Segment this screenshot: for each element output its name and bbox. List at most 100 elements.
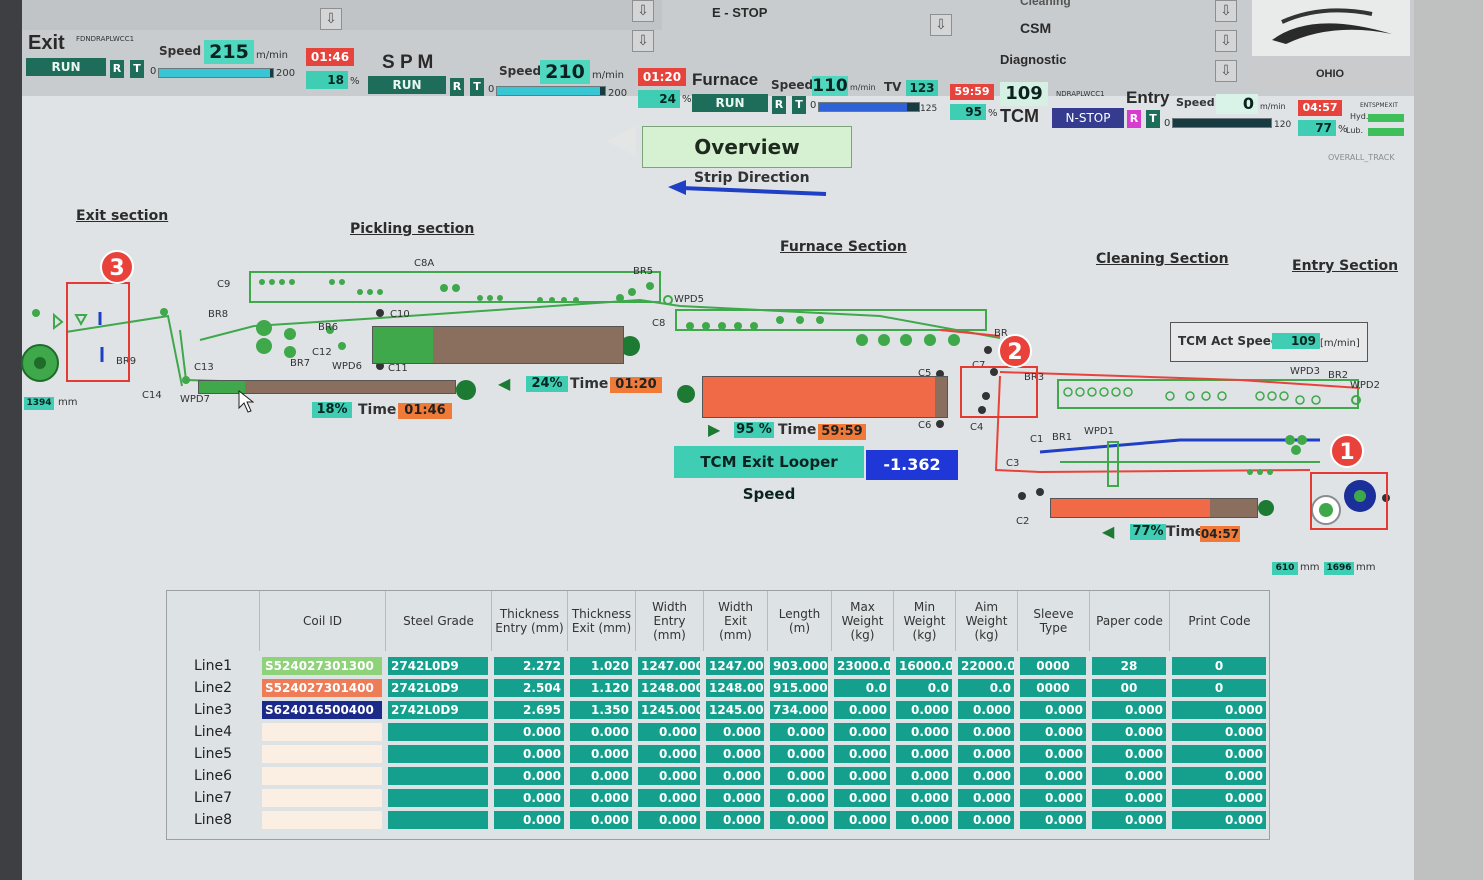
table-cell-coil-id — [262, 789, 382, 807]
equip-c6: C6 — [918, 420, 932, 431]
table-row[interactable]: Line4 0.000 0.000 0.000 0.000 0.000 0.000 0.000… — [167, 721, 1269, 743]
table-header-cell: Length (m) — [767, 591, 831, 651]
table-cell-min-w: 0.000 — [896, 745, 952, 763]
table-cell-thk-exit: 0.000 — [570, 789, 632, 807]
table-cell-paper: 0.000 — [1092, 811, 1166, 829]
table-cell-w-entry: 0.000 — [638, 789, 700, 807]
table-line-label: Line1 — [193, 658, 233, 674]
table-header-cell: Max Weight (kg) — [831, 591, 893, 651]
table-cell-length: 0.000 — [770, 745, 828, 763]
entry-coil-a-unit: mm — [1300, 562, 1320, 573]
table-cell-sleeve: 0.000 — [1020, 789, 1086, 807]
table-cell-w-entry: 0.000 — [638, 811, 700, 829]
table-cell-grade — [388, 789, 488, 807]
table-header-cell: Sleeve Type — [1017, 591, 1089, 651]
table-cell-aim-w: 0.000 — [958, 745, 1014, 763]
table-cell-length: 0.000 — [770, 811, 828, 829]
table-cell-paper: 0.000 — [1092, 789, 1166, 807]
table-cell-min-w: 0.000 — [896, 789, 952, 807]
table-cell-print: 0.000 — [1172, 789, 1266, 807]
table-cell-coil-id — [262, 723, 382, 741]
tcm-exit-looper-speed-value: -1.362 — [866, 450, 958, 480]
table-cell-grade: 2742L0D9 — [388, 657, 488, 675]
table-header-cell: Print Code — [1169, 591, 1269, 651]
table-cell-min-w: 0.000 — [896, 701, 952, 719]
table-cell-w-exit: 1247.000 — [706, 657, 764, 675]
tcm-act-speed-label: TCM Act Speed — [1178, 334, 1280, 348]
table-cell-max-w: 0.000 — [834, 811, 890, 829]
table-row[interactable]: Line8 0.000 0.000 0.000 0.000 0.000 0.000 0.000… — [167, 809, 1269, 831]
equip-c14: C14 — [142, 390, 162, 401]
tcm-exit-looper-speed-label: TCM Exit Looper Speed — [674, 446, 864, 503]
table-cell-print: 0.000 — [1172, 767, 1266, 785]
table-header-cell: Paper code — [1089, 591, 1169, 651]
marker-3: 3 — [100, 250, 134, 284]
coil-table-header: Coil ID Steel Grade Thickness Entry (mm) Th… — [259, 591, 1269, 653]
table-row[interactable]: Line7 0.000 0.000 0.000 0.000 0.000 0.000 0.000… — [167, 787, 1269, 809]
furnace-looper-bar — [702, 376, 948, 418]
table-cell-coil-id — [262, 745, 382, 763]
table-cell-min-w: 0.000 — [896, 811, 952, 829]
table-cell-thk-entry: 2.695 — [494, 701, 564, 719]
table-cell-thk-exit: 1.020 — [570, 657, 632, 675]
table-cell-w-exit: 1245.000 — [706, 701, 764, 719]
table-cell-grade — [388, 767, 488, 785]
table-cell-max-w: 0.000 — [834, 789, 890, 807]
highlight-box-2 — [960, 366, 1038, 418]
equip-br7: BR7 — [290, 358, 311, 369]
table-cell-max-w: 0.000 — [834, 701, 890, 719]
table-row[interactable]: Line1 S524027301300 2742L0D9 2.272 1.020 1247… — [167, 655, 1269, 677]
table-cell-thk-exit: 0.000 — [570, 723, 632, 741]
equip-c4: C4 — [970, 422, 984, 433]
table-cell-sleeve: 0000 — [1020, 679, 1086, 697]
table-cell-min-w: 0.000 — [896, 723, 952, 741]
table-cell-sleeve: 0.000 — [1020, 767, 1086, 785]
table-row[interactable]: Line5 0.000 0.000 0.000 0.000 0.000 0.000 0.000… — [167, 743, 1269, 765]
table-line-label: Line6 — [193, 768, 233, 784]
table-cell-min-w: 0.0 — [896, 679, 952, 697]
table-header-cell: Width Entry (mm) — [635, 591, 703, 651]
equip-wpd7: WPD7 — [180, 394, 210, 405]
table-cell-print: 0.000 — [1172, 723, 1266, 741]
table-row[interactable]: Line6 0.000 0.000 0.000 0.000 0.000 0.000 0.000… — [167, 765, 1269, 787]
exit-coil-diameter: 1394 — [24, 397, 54, 410]
marker-2: 2 — [998, 334, 1032, 368]
table-line-label: Line5 — [193, 746, 233, 762]
mouse-cursor-icon — [238, 390, 254, 413]
table-header-cell: Thickness Exit (mm) — [567, 591, 635, 651]
table-cell-sleeve: 0000 — [1020, 657, 1086, 675]
table-cell-thk-entry: 0.000 — [494, 811, 564, 829]
table-cell-min-w: 0.000 — [896, 767, 952, 785]
table-cell-w-exit: 0.000 — [706, 789, 764, 807]
table-cell-coil-id: S524027301300 — [262, 657, 382, 675]
table-row[interactable]: Line3 S624016500400 2742L0D9 2.695 1.350 1245… — [167, 699, 1269, 721]
equip-c10: C10 — [390, 309, 410, 320]
table-line-label: Line2 — [193, 680, 233, 696]
exit-looper-percent: 18% — [312, 402, 352, 418]
table-header-cell: Thickness Entry (mm) — [491, 591, 567, 651]
equip-c8: C8 — [652, 318, 666, 329]
table-row[interactable]: Line2 S524027301400 2742L0D9 2.504 1.120 1248… — [167, 677, 1269, 699]
table-cell-grade: 2742L0D9 — [388, 679, 488, 697]
exit-coil-unit: mm — [58, 397, 78, 408]
spm-looper-time: 01:20 — [610, 377, 662, 393]
table-cell-coil-id: S524027301400 — [262, 679, 382, 697]
table-cell-max-w: 23000.0 — [834, 657, 890, 675]
table-cell-thk-entry: 0.000 — [494, 745, 564, 763]
table-cell-w-entry: 0.000 — [638, 723, 700, 741]
table-cell-grade — [388, 745, 488, 763]
entry-looper-time-label: Time — [1166, 524, 1205, 540]
table-line-label: Line3 — [193, 702, 233, 718]
entry-coil-b-diameter: 1696 — [1324, 562, 1354, 575]
entry-looper-fill — [1051, 499, 1210, 517]
table-cell-aim-w: 0.000 — [958, 811, 1014, 829]
table-cell-length: 0.000 — [770, 723, 828, 741]
equip-c3: C3 — [1006, 458, 1020, 469]
table-header-cell: Width Exit (mm) — [703, 591, 767, 651]
table-cell-thk-entry: 2.272 — [494, 657, 564, 675]
table-cell-aim-w: 22000.0 — [958, 657, 1014, 675]
highlight-box-3 — [66, 282, 130, 382]
table-cell-thk-exit: 1.350 — [570, 701, 632, 719]
table-cell-min-w: 16000.0 — [896, 657, 952, 675]
exit-looper-time: 01:46 — [398, 403, 452, 419]
